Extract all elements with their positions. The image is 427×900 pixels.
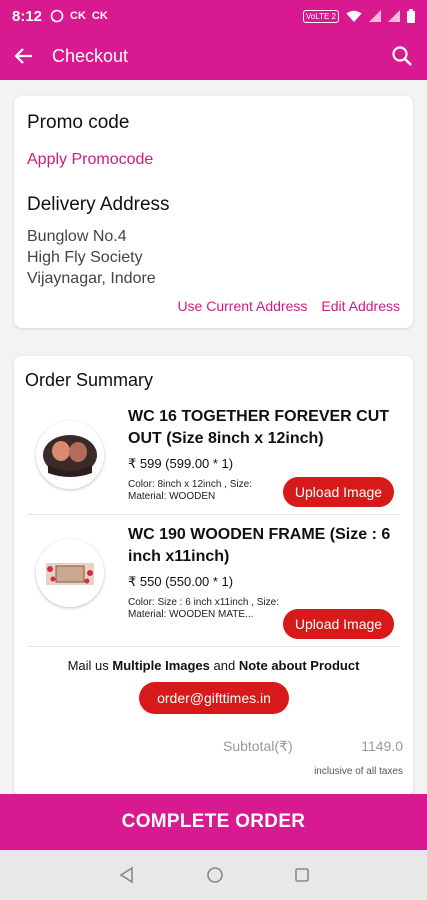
item-divider [28,514,400,515]
delivery-address: Bunglow No.4 High Fly Society Vijaynagar… [27,226,156,289]
item-name: WC 16 TOGETHER FOREVER CUT OUT (Size 8in… [128,408,390,447]
page-title: Checkout [52,45,129,66]
address-line: High Fly Society [27,249,143,266]
status-time: 8:12 [12,7,43,25]
subtotal-value: 1149.0 [361,738,403,754]
upload-image-button[interactable]: Upload Image [283,477,394,507]
complete-order-button[interactable]: COMPLETE ORDER [0,794,427,850]
product-image [36,421,104,489]
mail-text: Mail us [67,658,113,673]
volte-badge: VoLTE 2 [302,9,339,23]
product-image [36,539,104,607]
order-summary-heading: Order Summary [25,370,154,390]
upload-image-button[interactable]: Upload Image [283,609,394,639]
item-price: ₹ 599 (599.00 * 1) [128,456,234,471]
item-name: WC 190 WOODEN FRAME (Size : 6 inch x11in… [128,526,391,565]
whatsapp-icon [50,9,64,23]
email-button[interactable]: order@gifttimes.in [139,682,289,714]
status-right-icons: VoLTE 2 [302,9,415,23]
mail-text-bold: Multiple Images [112,658,210,673]
order-summary-card: Order Summary WC 16 TOGETHER FOREVER CUT… [14,356,413,796]
search-icon[interactable] [391,45,413,67]
item-attributes: Color: 8inch x 12inch , Size: Material: … [128,479,252,502]
status-bar: 8:12 CK CK VoLTE 2 [0,0,427,32]
product-thumbnail [36,421,104,489]
edit-address-link[interactable]: Edit Address [321,298,400,314]
home-circle-icon[interactable] [206,866,224,884]
battery-icon [407,9,415,23]
ck-notification-icon: CK [91,10,108,22]
wifi-icon [346,10,362,22]
promo-heading: Promo code [27,112,130,133]
system-nav-bar [0,850,427,900]
ck-notification-icon: CK [70,10,86,22]
address-line: Vijaynagar, Indore [27,270,156,287]
product-thumbnail [36,539,104,607]
item-attributes: Color: Size : 6 inch x11inch , Size: Mat… [128,597,279,620]
status-notification-icons: CK CK [50,9,108,23]
back-triangle-icon[interactable] [118,866,136,884]
tax-note: inclusive of all taxes [314,766,403,777]
address-actions: Use Current Address Edit Address [177,298,400,314]
apply-promocode-link[interactable]: Apply Promocode [27,151,153,169]
mail-text-bold: Note about Product [238,658,360,673]
recents-square-icon[interactable] [294,867,310,883]
use-current-address-link[interactable]: Use Current Address [177,298,307,314]
app-bar: Checkout [0,32,427,80]
address-line: Bunglow No.4 [27,228,127,245]
delivery-heading: Delivery Address [27,194,170,215]
mail-instructions: Mail us Multiple Images and Note about P… [14,658,413,673]
order-item: WC 190 WOODEN FRAME (Size : 6 inch x11in… [14,522,413,642]
back-arrow-icon[interactable] [14,46,34,66]
subtotal-label: Subtotal(₹) [223,738,293,754]
item-divider [28,646,400,647]
item-price: ₹ 550 (550.00 * 1) [128,574,234,589]
signal-icon [388,10,400,22]
promo-delivery-card: Promo code Apply Promocode Delivery Addr… [14,96,413,328]
mail-text: and [209,658,239,673]
order-item: WC 16 TOGETHER FOREVER CUT OUT (Size 8in… [14,404,413,516]
signal-icon [369,10,381,22]
